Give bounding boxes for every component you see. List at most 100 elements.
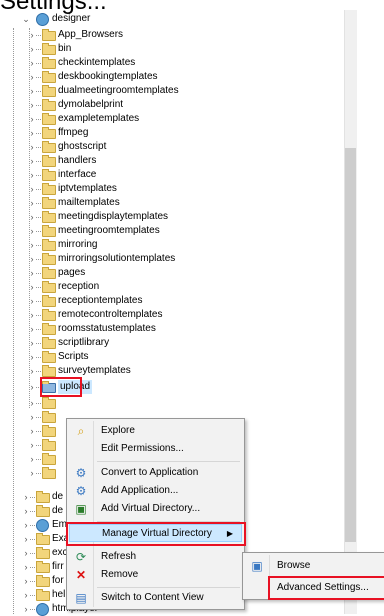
chevron-right-icon[interactable]: › bbox=[28, 280, 36, 294]
menu-item-explore[interactable]: ⌕ Explore bbox=[69, 422, 242, 440]
chevron-right-icon[interactable]: › bbox=[28, 322, 36, 336]
chevron-right-icon[interactable]: › bbox=[28, 126, 36, 140]
tree-item[interactable]: › bbox=[28, 452, 68, 466]
tree-item[interactable]: › remotecontroltemplates bbox=[28, 308, 248, 322]
tree-item[interactable]: › iptvtemplates bbox=[28, 182, 248, 196]
tree-item[interactable]: › bbox=[28, 410, 68, 424]
tree-item[interactable]: › mirroring bbox=[28, 238, 248, 252]
chevron-right-icon[interactable]: › bbox=[28, 466, 36, 480]
tree-item[interactable]: › Exa bbox=[22, 532, 69, 546]
chevron-right-icon[interactable]: › bbox=[28, 224, 36, 238]
tree-item[interactable]: › for bbox=[22, 574, 66, 588]
tree-item[interactable]: › firr bbox=[22, 560, 66, 574]
menu-item-add-virtual-directory[interactable]: ▣ Add Virtual Directory... bbox=[69, 500, 242, 518]
chevron-right-icon[interactable]: › bbox=[28, 98, 36, 112]
tree-item[interactable]: › receptiontemplates bbox=[28, 294, 248, 308]
tree-item[interactable]: › bbox=[28, 396, 68, 410]
chevron-right-icon[interactable]: › bbox=[28, 336, 36, 350]
folder-icon bbox=[42, 29, 56, 41]
tree-item[interactable]: › scriptlibrary bbox=[28, 336, 248, 350]
chevron-right-icon[interactable]: › bbox=[22, 504, 30, 518]
chevron-right-icon[interactable]: › bbox=[22, 490, 30, 504]
tree-item[interactable]: › deskbookingtemplates bbox=[28, 70, 248, 84]
menu-item-remove[interactable]: ✕ Remove bbox=[69, 566, 242, 584]
tree-item[interactable]: › bbox=[28, 466, 68, 480]
tree-item[interactable]: › dualmeetingroomtemplates bbox=[28, 84, 248, 98]
chevron-down-icon[interactable]: ⌄ bbox=[22, 12, 30, 26]
site-globe-icon bbox=[36, 13, 49, 26]
tree-item[interactable]: › pages bbox=[28, 266, 248, 280]
tree-item[interactable]: › meetingroomtemplates bbox=[28, 224, 248, 238]
menu-item-add-application[interactable]: ⚙ Add Application... bbox=[69, 482, 242, 500]
chevron-right-icon[interactable]: › bbox=[28, 396, 36, 410]
chevron-right-icon[interactable]: › bbox=[28, 252, 36, 266]
add-virtual-directory-icon: ▣ bbox=[75, 502, 87, 516]
tree-item[interactable]: › bin bbox=[28, 42, 248, 56]
chevron-right-icon[interactable]: › bbox=[28, 42, 36, 56]
tree-item[interactable]: › de bbox=[22, 490, 66, 504]
tree-item[interactable]: › ghostscript bbox=[28, 140, 248, 154]
chevron-right-icon[interactable]: › bbox=[28, 238, 36, 252]
tree-item[interactable]: › dymolabelprint bbox=[28, 98, 248, 112]
tree-node-designer[interactable]: ⌄ designer bbox=[22, 12, 222, 26]
tree-item[interactable]: › surveytemplates bbox=[28, 364, 248, 378]
tree-item[interactable]: › Em bbox=[22, 518, 67, 532]
chevron-right-icon[interactable]: › bbox=[28, 84, 36, 98]
tree-guide-line bbox=[13, 28, 14, 614]
chevron-right-icon[interactable]: › bbox=[28, 350, 36, 364]
tree-item[interactable]: › App_Browsers bbox=[28, 28, 248, 42]
chevron-right-icon[interactable]: › bbox=[28, 294, 36, 308]
folder-icon bbox=[42, 411, 56, 423]
chevron-right-icon[interactable]: › bbox=[28, 452, 36, 466]
chevron-right-icon[interactable]: › bbox=[22, 574, 30, 588]
chevron-right-icon[interactable]: › bbox=[28, 56, 36, 70]
tree-item[interactable]: › meetingdisplaytemplates bbox=[28, 210, 248, 224]
tree-item[interactable]: › hel bbox=[22, 588, 66, 602]
tree-item[interactable]: › de bbox=[22, 504, 66, 518]
chevron-right-icon[interactable]: › bbox=[28, 28, 36, 42]
tree-item[interactable]: › ffmpeg bbox=[28, 126, 248, 140]
chevron-right-icon[interactable]: › bbox=[28, 168, 36, 182]
chevron-right-icon[interactable]: › bbox=[28, 424, 36, 438]
folder-icon bbox=[42, 85, 56, 97]
tree-item[interactable]: › roomsstatustemplates bbox=[28, 322, 248, 336]
tree-item[interactable]: › mirroringsolutiontemplates bbox=[28, 252, 248, 266]
chevron-right-icon[interactable]: › bbox=[22, 588, 30, 602]
chevron-right-icon[interactable]: › bbox=[28, 112, 36, 126]
tree-item[interactable]: › reception bbox=[28, 280, 248, 294]
chevron-right-icon[interactable]: › bbox=[22, 518, 30, 532]
folder-icon bbox=[42, 309, 56, 321]
folder-icon bbox=[42, 253, 56, 265]
tree-item[interactable]: › interface bbox=[28, 168, 248, 182]
chevron-right-icon[interactable]: › bbox=[22, 546, 30, 560]
chevron-right-icon[interactable]: › bbox=[28, 410, 36, 424]
chevron-right-icon[interactable]: › bbox=[22, 560, 30, 574]
advanced-settings-highlight-box bbox=[268, 576, 384, 600]
menu-item-edit-permissions[interactable]: Edit Permissions... bbox=[69, 440, 242, 458]
chevron-right-icon[interactable]: › bbox=[28, 196, 36, 210]
chevron-right-icon[interactable]: › bbox=[28, 140, 36, 154]
chevron-right-icon[interactable]: › bbox=[28, 210, 36, 224]
chevron-right-icon[interactable]: › bbox=[28, 266, 36, 280]
tree-item[interactable]: › exampletemplates bbox=[28, 112, 248, 126]
chevron-right-icon[interactable]: › bbox=[28, 70, 36, 84]
chevron-right-icon[interactable]: › bbox=[28, 308, 36, 322]
chevron-right-icon[interactable]: › bbox=[28, 380, 36, 394]
chevron-right-icon[interactable]: › bbox=[28, 154, 36, 168]
menu-item-browse[interactable]: ▣ Browse bbox=[245, 557, 383, 575]
tree-item[interactable]: › mailtemplates bbox=[28, 196, 248, 210]
scrollbar-thumb[interactable] bbox=[345, 148, 356, 542]
tree-item[interactable]: › exc bbox=[22, 546, 68, 560]
menu-item-convert-to-application[interactable]: ⚙ Convert to Application bbox=[69, 464, 242, 482]
tree-item[interactable]: › bbox=[28, 438, 68, 452]
tree-item[interactable]: › handlers bbox=[28, 154, 248, 168]
menu-item-switch-to-content-view[interactable]: ▤ Switch to Content View bbox=[69, 589, 242, 607]
tree-item[interactable]: › bbox=[28, 424, 68, 438]
tree-item[interactable]: › checkintemplates bbox=[28, 56, 248, 70]
chevron-right-icon[interactable]: › bbox=[22, 532, 30, 546]
tree-item[interactable]: › Scripts bbox=[28, 350, 248, 364]
chevron-right-icon[interactable]: › bbox=[28, 364, 36, 378]
chevron-right-icon[interactable]: › bbox=[28, 438, 36, 452]
menu-item-refresh[interactable]: ⟳ Refresh bbox=[69, 548, 242, 566]
chevron-right-icon[interactable]: › bbox=[28, 182, 36, 196]
